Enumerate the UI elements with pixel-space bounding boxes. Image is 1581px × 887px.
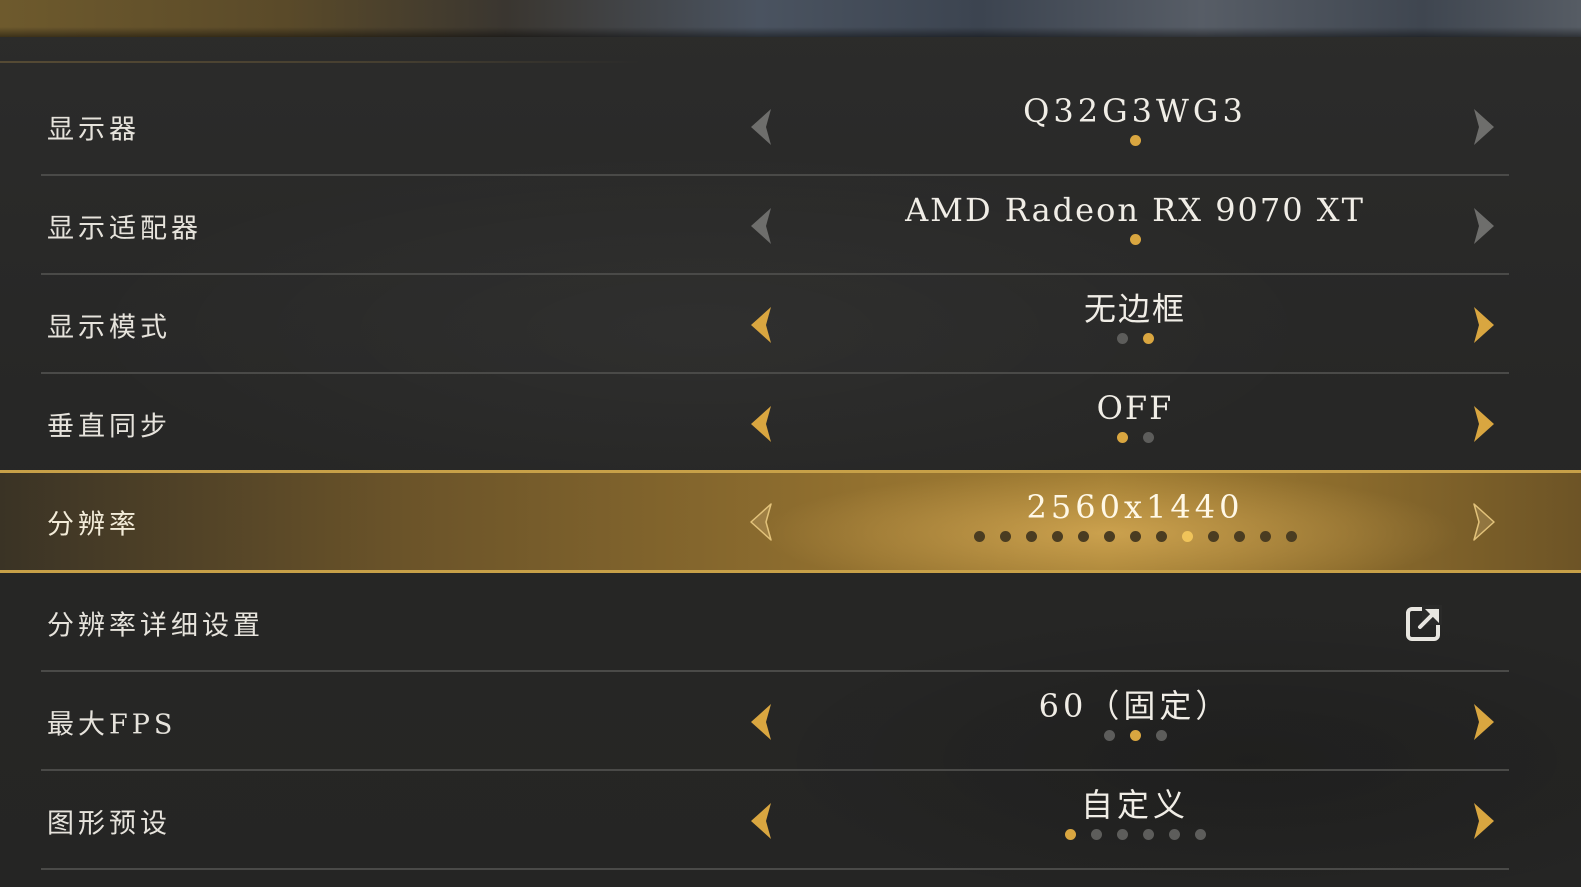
option-dot <box>1116 829 1128 840</box>
option-dot <box>1168 829 1180 840</box>
option-dot-active <box>1129 135 1141 146</box>
option-dot <box>1051 531 1063 542</box>
chevron-right-icon[interactable] <box>1470 305 1498 345</box>
chevron-right-icon[interactable] <box>1470 702 1498 742</box>
setting-value: 60（固定） <box>1038 687 1232 725</box>
option-dots <box>820 531 1450 543</box>
chevron-right-icon[interactable] <box>1470 404 1498 444</box>
option-dot <box>1194 829 1206 840</box>
setting-label: 显示适配器 <box>47 213 202 244</box>
chevron-left-icon[interactable] <box>747 801 775 841</box>
setting-value: Q32G3WG3 <box>1023 92 1247 130</box>
setting-row-max-fps[interactable]: 最大FPS 60（固定） <box>0 672 1581 771</box>
option-dot <box>1155 730 1167 741</box>
option-dot <box>1103 730 1115 741</box>
setting-label: 图形预设 <box>47 808 171 839</box>
option-dot-active <box>1129 234 1141 245</box>
option-dot <box>1025 531 1037 542</box>
setting-value-group: 2560x1440 <box>820 487 1450 543</box>
option-dot-active <box>1142 333 1154 344</box>
setting-value: 自定义 <box>1080 786 1189 824</box>
option-dot <box>1285 531 1297 542</box>
option-dots <box>820 829 1450 841</box>
option-dot <box>973 531 985 542</box>
option-dot <box>1233 531 1245 542</box>
option-dot <box>1116 333 1128 344</box>
setting-row-resolution[interactable]: 分辨率 2560x1440 <box>0 470 1581 573</box>
chevron-right-icon[interactable] <box>1470 206 1498 246</box>
setting-row-display-mode[interactable]: 显示模式 无边框 <box>0 275 1581 374</box>
setting-value-group: Q32G3WG3 <box>820 91 1450 147</box>
chevron-left-icon[interactable] <box>747 702 775 742</box>
chevron-right-icon[interactable] <box>1470 107 1498 147</box>
option-dots <box>820 432 1450 444</box>
setting-value: 无边框 <box>1083 290 1186 328</box>
option-dot <box>1207 531 1219 542</box>
option-dot <box>1259 531 1271 542</box>
option-dots <box>820 135 1450 147</box>
setting-label: 最大FPS <box>47 709 177 740</box>
option-dot-active <box>1116 432 1128 443</box>
top-banner-image <box>0 0 1581 37</box>
setting-label: 显示模式 <box>47 312 171 343</box>
setting-label: 分辨率 <box>47 509 140 540</box>
external-link-icon[interactable] <box>1404 603 1444 643</box>
setting-row-vsync[interactable]: 垂直同步 OFF <box>0 374 1581 473</box>
option-dot-active <box>1181 531 1193 542</box>
setting-value: AMD Radeon RX 9070 XT <box>905 191 1365 229</box>
option-dots <box>820 333 1450 345</box>
setting-value: 2560x1440 <box>1026 488 1244 526</box>
option-dot <box>1077 531 1089 542</box>
chevron-left-icon[interactable] <box>747 107 775 147</box>
setting-row-display-adapter[interactable]: 显示适配器 AMD Radeon RX 9070 XT <box>0 176 1581 275</box>
option-dot <box>1155 531 1167 542</box>
chevron-left-icon[interactable] <box>747 404 775 444</box>
section-rule <box>0 61 640 63</box>
setting-value-group: OFF <box>820 388 1450 444</box>
setting-value-group: 自定义 <box>820 785 1450 841</box>
chevron-left-icon[interactable] <box>747 502 775 542</box>
setting-value-group: 60（固定） <box>820 686 1450 742</box>
chevron-right-icon[interactable] <box>1470 801 1498 841</box>
option-dot <box>1142 829 1154 840</box>
setting-label: 显示器 <box>47 114 140 145</box>
setting-value-group: AMD Radeon RX 9070 XT <box>820 190 1450 246</box>
option-dot <box>1142 432 1154 443</box>
option-dot <box>999 531 1011 542</box>
option-dot <box>1129 531 1141 542</box>
graphics-settings-screen: 显示器 Q32G3WG3 显示适配器 AMD Radeon RX 9070 XT… <box>0 0 1581 887</box>
option-dots <box>820 234 1450 246</box>
option-dot <box>1103 531 1115 542</box>
setting-row-monitor[interactable]: 显示器 Q32G3WG3 <box>0 77 1581 176</box>
option-dot <box>1090 829 1102 840</box>
setting-label: 分辨率详细设置 <box>47 610 264 641</box>
chevron-right-icon[interactable] <box>1470 502 1498 542</box>
option-dots <box>820 730 1450 742</box>
option-dot-active <box>1064 829 1076 840</box>
setting-row-graphics-preset[interactable]: 图形预设 自定义 <box>0 771 1581 870</box>
setting-row-resolution-details[interactable]: 分辨率详细设置 <box>0 573 1581 672</box>
row-divider <box>41 868 1509 870</box>
option-dot-active <box>1129 730 1141 741</box>
chevron-left-icon[interactable] <box>747 206 775 246</box>
setting-value: OFF <box>1096 389 1174 427</box>
setting-value-group: 无边框 <box>820 289 1450 345</box>
setting-label: 垂直同步 <box>47 411 171 442</box>
chevron-left-icon[interactable] <box>747 305 775 345</box>
